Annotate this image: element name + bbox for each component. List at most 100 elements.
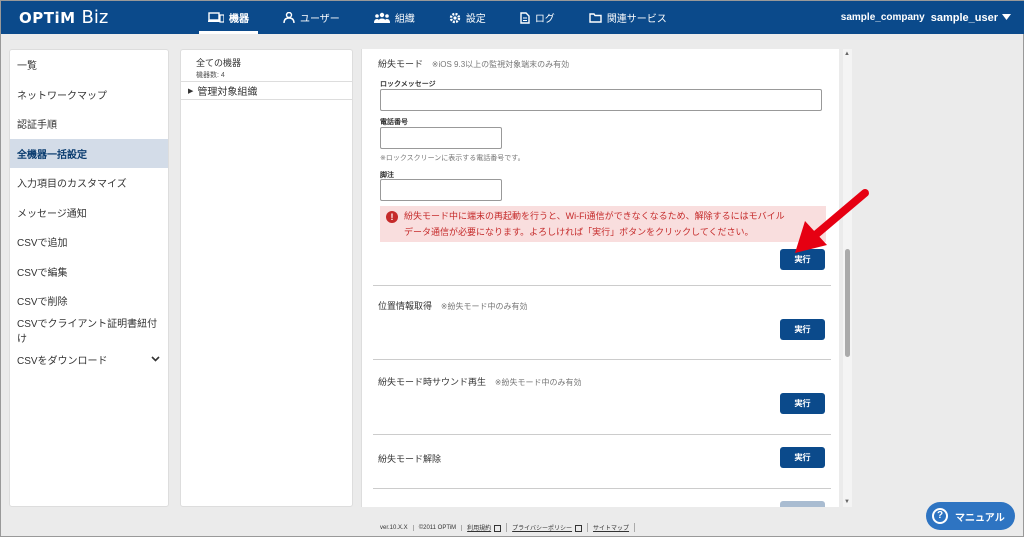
manual-label: マニュアル <box>955 512 1005 524</box>
footer: ver.10.X.X ©2011 OPTiM 利用規約 プライバシーポリシー サ… <box>375 523 636 532</box>
nav-label: 設定 <box>465 14 486 25</box>
scrollbar[interactable]: ▲ ▼ <box>843 49 852 507</box>
nav-logs[interactable]: ログ <box>503 1 572 34</box>
menu-item-customize-fields[interactable]: 入力項目のカスタマイズ <box>10 168 168 198</box>
question-icon: ? <box>932 508 948 524</box>
user-icon <box>283 12 295 23</box>
main-nav: 機器 ユーザー 組織 設定 ログ 関連サービス <box>191 1 684 34</box>
phone-input[interactable] <box>380 127 502 149</box>
menu-item-csv-delete[interactable]: CSVで削除 <box>10 286 168 316</box>
exclamation-icon: ! <box>386 211 398 223</box>
menu-item-auth-procedure[interactable]: 認証手順 <box>10 109 168 139</box>
caret-down-icon <box>1002 12 1011 23</box>
next-section-button[interactable] <box>780 501 825 507</box>
section-title: 紛失モード時サウンド再生 <box>378 377 487 387</box>
nav-related-services[interactable]: 関連サービス <box>572 1 684 34</box>
external-link-icon <box>494 524 502 532</box>
section-header: 紛失モード ※iOS 9.3以上の監視対象端末のみ有効 <box>378 57 569 70</box>
log-icon <box>520 11 530 24</box>
scroll-down-icon[interactable]: ▼ <box>844 499 850 505</box>
menu-item-label: 認証手順 <box>17 120 57 132</box>
sound-execute-button[interactable]: 実行 <box>780 393 825 414</box>
menu-item-csv-download[interactable]: CSVをダウンロード <box>10 345 168 375</box>
user-area[interactable]: sample_company sample_user <box>841 1 1011 34</box>
section-sound: 紛失モード時サウンド再生 ※紛失モード中のみ有効 実行 <box>373 360 831 435</box>
warning-line-2: データ通信が必要になります。よろしければ「実行」ボタンをクリックしてください。 <box>404 227 754 237</box>
warning-message: ! 紛失モード中に端末の再起動を行うと、Wi-Fi通信ができなくなるため、解除す… <box>380 206 826 242</box>
section-header: 紛失モード時サウンド再生 ※紛失モード中のみ有効 <box>378 375 582 388</box>
footnote-input[interactable] <box>380 179 502 201</box>
tree-all-title: 全ての機器 <box>196 58 242 68</box>
tree-node-managed-org[interactable]: ▶ 管理対象組織 <box>181 82 352 100</box>
privacy-link[interactable]: プライバシーポリシー <box>507 523 589 532</box>
logo-main: OPTiM <box>19 9 76 27</box>
manual-button[interactable]: ? マニュアル <box>926 502 1015 530</box>
organization-icon <box>373 12 390 23</box>
tree-all-count: 機器数: 4 <box>196 72 225 79</box>
nav-label: 関連サービス <box>606 14 667 25</box>
logo-sub: Biz <box>81 7 109 28</box>
logo[interactable]: OPTiM Biz <box>19 7 169 28</box>
phone-label: 電話番号 <box>380 119 408 126</box>
left-menu: 一覧 ネットワークマップ 認証手順 全機器一括設定 入力項目のカスタマイズ メッ… <box>9 49 169 507</box>
menu-item-label: ネットワークマップ <box>17 90 107 102</box>
tree-all-devices[interactable]: 全ての機器 機器数: 4 <box>181 50 352 82</box>
terms-link[interactable]: 利用規約 <box>462 523 508 532</box>
section-note: ※iOS 9.3以上の監視対象端末のみ有効 <box>431 60 570 69</box>
menu-item-label: 全機器一括設定 <box>17 149 87 161</box>
sitemap-link[interactable]: サイトマップ <box>588 523 636 532</box>
lock-message-label: ロックメッセージ <box>380 81 436 88</box>
nav-settings[interactable]: 設定 <box>432 1 503 34</box>
menu-item-label: CSVで削除 <box>17 297 68 309</box>
menu-item-label: CSVをダウンロード <box>17 356 108 368</box>
menu-item-label: CSVで編集 <box>17 267 68 279</box>
nav-organizations[interactable]: 組織 <box>357 1 432 34</box>
organization-tree: 全ての機器 機器数: 4 ▶ 管理対象組織 <box>180 49 353 507</box>
menu-item-message-notification[interactable]: メッセージ通知 <box>10 198 168 228</box>
phone-help: ※ロックスクリーンに表示する電話番号です。 <box>380 155 525 162</box>
username: sample_user <box>930 11 998 24</box>
menu-item-label: 入力項目のカスタマイズ <box>17 179 127 191</box>
warning-line-1: 紛失モード中に端末の再起動を行うと、Wi-Fi通信ができなくなるため、解除するに… <box>404 211 785 221</box>
folder-icon <box>589 12 602 23</box>
gear-icon <box>449 12 461 24</box>
scroll-up-icon[interactable]: ▲ <box>844 51 850 57</box>
menu-item-label: CSVでクライアント証明書紐付け <box>17 319 158 346</box>
section-location: 位置情報取得 ※紛失モード中のみ有効 実行 <box>373 286 831 360</box>
caret-right-icon[interactable]: ▶ <box>188 87 193 95</box>
menu-item-csv-certificate[interactable]: CSVでクライアント証明書紐付け <box>10 316 168 346</box>
location-execute-button[interactable]: 実行 <box>780 319 825 340</box>
section-lost-mode: 紛失モード ※iOS 9.3以上の監視対象端末のみ有効 ロックメッセージ 電話番… <box>373 49 831 286</box>
section-release: 紛失モード解除 実行 <box>373 435 831 489</box>
app-header: OPTiM Biz 機器 ユーザー 組織 設定 ログ 関連サービス sample… <box>1 1 1024 34</box>
menu-item-label: CSVで追加 <box>17 238 68 250</box>
section-title: 紛失モード <box>378 59 424 69</box>
terms-link-label: 利用規約 <box>467 526 492 532</box>
sitemap-link-label: サイトマップ <box>593 526 630 532</box>
company-name: sample_company <box>840 12 925 23</box>
menu-item-bulk-settings[interactable]: 全機器一括設定 <box>10 138 168 168</box>
tree-node-label: 管理対象組織 <box>197 87 258 98</box>
lock-message-input[interactable] <box>380 89 822 111</box>
nav-label: ログ <box>534 14 555 25</box>
menu-item-csv-add[interactable]: CSVで追加 <box>10 227 168 257</box>
section-header: 位置情報取得 ※紛失モード中のみ有効 <box>378 299 528 312</box>
nav-label: 機器 <box>229 14 249 25</box>
privacy-link-label: プライバシーポリシー <box>512 526 573 532</box>
device-icon <box>208 12 224 23</box>
chevron-down-icon <box>151 354 160 365</box>
menu-item-label: 一覧 <box>17 61 37 73</box>
section-title: 紛失モード解除 <box>378 454 442 464</box>
nav-label: 組織 <box>394 14 415 25</box>
menu-item-csv-edit[interactable]: CSVで編集 <box>10 257 168 287</box>
scrollbar-thumb[interactable] <box>845 249 850 357</box>
nav-devices[interactable]: 機器 <box>191 1 266 34</box>
section-note: ※紛失モード中のみ有効 <box>494 378 582 387</box>
nav-users[interactable]: ユーザー <box>266 1 357 34</box>
menu-item-network-map[interactable]: ネットワークマップ <box>10 80 168 110</box>
menu-item-list[interactable]: 一覧 <box>10 50 168 80</box>
section-header: 紛失モード解除 <box>378 452 441 465</box>
main-panel: 紛失モード ※iOS 9.3以上の監視対象端末のみ有効 ロックメッセージ 電話番… <box>361 49 839 507</box>
section-note: ※紛失モード中のみ有効 <box>440 302 528 311</box>
release-execute-button[interactable]: 実行 <box>780 447 825 468</box>
